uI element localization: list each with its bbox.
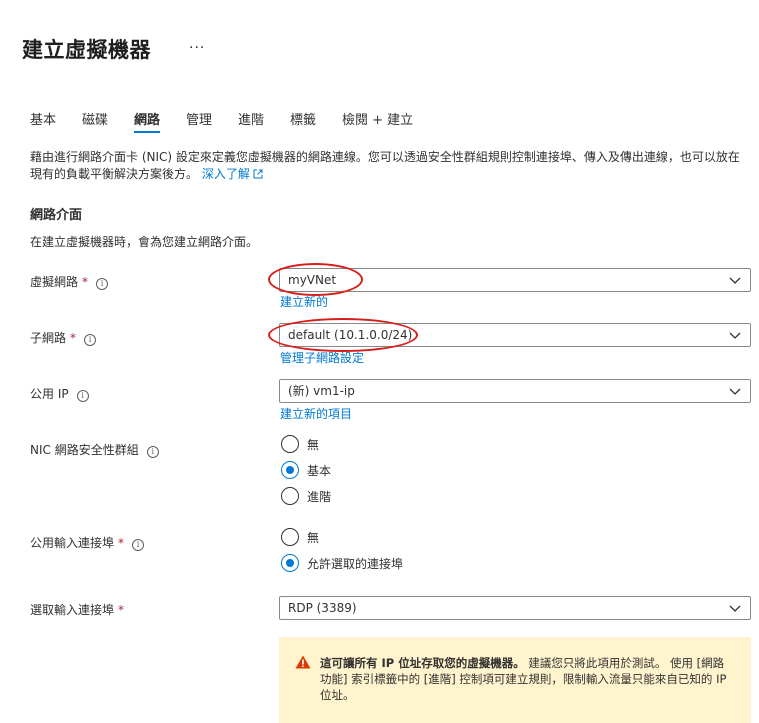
public-ports-label-text: 公用輸入連接埠 xyxy=(30,536,115,550)
subnet-label-text: 子網路 xyxy=(30,331,67,345)
radio-label: 無 xyxy=(307,438,320,452)
radio-label: 進階 xyxy=(307,490,332,504)
chevron-down-icon xyxy=(729,277,741,284)
inbound-ports-selected-value: RDP (3389) xyxy=(288,601,357,615)
chevron-down-icon xyxy=(729,605,741,612)
radio-button-selected[interactable] xyxy=(281,461,299,479)
public-ip-label-text: 公用 IP xyxy=(30,387,69,401)
info-icon[interactable]: i xyxy=(76,390,89,402)
warning-bold-text: 這可讓所有 IP 位址存取您的虛擬機器。 xyxy=(320,656,525,670)
chevron-down-icon xyxy=(729,332,741,339)
vnet-label-text: 虛擬網路 xyxy=(30,275,79,289)
public-ip-field-label: 公用 IP i xyxy=(30,385,89,402)
learn-more-label: 深入了解 xyxy=(201,167,250,181)
tab-basics[interactable]: 基本 xyxy=(30,109,56,128)
nsg-label-text: NIC 網路安全性群組 xyxy=(30,443,139,457)
section-subtitle: 在建立虛擬機器時，會為您建立網路介面。 xyxy=(30,235,259,249)
info-icon[interactable]: i xyxy=(96,278,109,290)
create-new-vnet-link[interactable]: 建立新的 xyxy=(280,293,328,310)
tab-networking[interactable]: 網路 xyxy=(134,109,161,133)
radio-button-selected[interactable] xyxy=(281,554,299,572)
required-marker: * xyxy=(118,536,125,550)
info-icon[interactable]: i xyxy=(132,539,145,551)
subnet-field-label: 子網路 * i xyxy=(30,329,97,346)
required-marker: * xyxy=(82,275,89,289)
external-link-icon xyxy=(253,169,263,179)
section-title: 網路介面 xyxy=(30,208,83,223)
public-ip-dropdown[interactable]: (新) vm1-ip xyxy=(279,379,751,403)
inbound-ports-dropdown[interactable]: RDP (3389) xyxy=(279,596,751,620)
tab-advanced[interactable]: 進階 xyxy=(238,109,264,128)
vnet-dropdown[interactable]: myVNet xyxy=(279,268,751,292)
tab-disks[interactable]: 磁碟 xyxy=(82,109,108,128)
required-marker: * xyxy=(118,603,125,617)
create-new-public-ip-link[interactable]: 建立新的項目 xyxy=(280,405,352,422)
chevron-down-icon xyxy=(729,388,741,395)
info-icon[interactable]: i xyxy=(84,334,97,346)
warning-text: 這可讓所有 IP 位址存取您的虛擬機器。 建議您只將此項用於測試。 使用 [網路… xyxy=(320,655,735,703)
tab-review-create[interactable]: 檢閱 + 建立 xyxy=(342,109,413,128)
info-icon[interactable]: i xyxy=(146,446,159,458)
subnet-selected-value: default (10.1.0.0/24) xyxy=(288,328,413,342)
active-tab-indicator xyxy=(134,131,161,133)
inbound-ports-field-label: 選取輸入連接埠 * xyxy=(30,601,124,618)
page-description: 藉由進行網路介面卡 (NIC) 設定來定義您虛擬機器的網路連線。您可以透過安全性… xyxy=(30,149,745,183)
manage-subnet-link[interactable]: 管理子網路設定 xyxy=(280,349,364,366)
required-marker: * xyxy=(70,331,77,345)
tab-networking-label: 網路 xyxy=(134,113,161,128)
radio-label: 允許選取的連接埠 xyxy=(307,557,404,571)
nsg-field-label: NIC 網路安全性群組 i xyxy=(30,441,159,458)
radio-button[interactable] xyxy=(281,435,299,453)
description-text: 藉由進行網路介面卡 (NIC) 設定來定義您虛擬機器的網路連線。您可以透過安全性… xyxy=(30,150,740,181)
vnet-selected-value: myVNet xyxy=(288,273,337,287)
learn-more-link[interactable]: 深入了解 xyxy=(202,167,263,181)
radio-button[interactable] xyxy=(281,487,299,505)
subnet-dropdown[interactable]: default (10.1.0.0/24) xyxy=(279,323,751,347)
radio-label: 基本 xyxy=(307,464,332,478)
warning-icon xyxy=(295,655,311,669)
public-ports-field-label: 公用輸入連接埠 * i xyxy=(30,534,145,551)
tab-management[interactable]: 管理 xyxy=(186,109,212,128)
more-options-button[interactable]: ··· xyxy=(189,40,205,56)
tab-tags[interactable]: 標籤 xyxy=(290,109,316,128)
radio-button[interactable] xyxy=(281,528,299,546)
page-title: 建立虛擬機器 xyxy=(22,38,151,62)
warning-message-bar: 這可讓所有 IP 位址存取您的虛擬機器。 建議您只將此項用於測試。 使用 [網路… xyxy=(279,637,751,723)
radio-label: 無 xyxy=(307,531,320,545)
public-ip-selected-value: (新) vm1-ip xyxy=(288,384,355,398)
inbound-ports-label-text: 選取輸入連接埠 xyxy=(30,603,115,617)
vnet-field-label: 虛擬網路 * i xyxy=(30,273,109,290)
